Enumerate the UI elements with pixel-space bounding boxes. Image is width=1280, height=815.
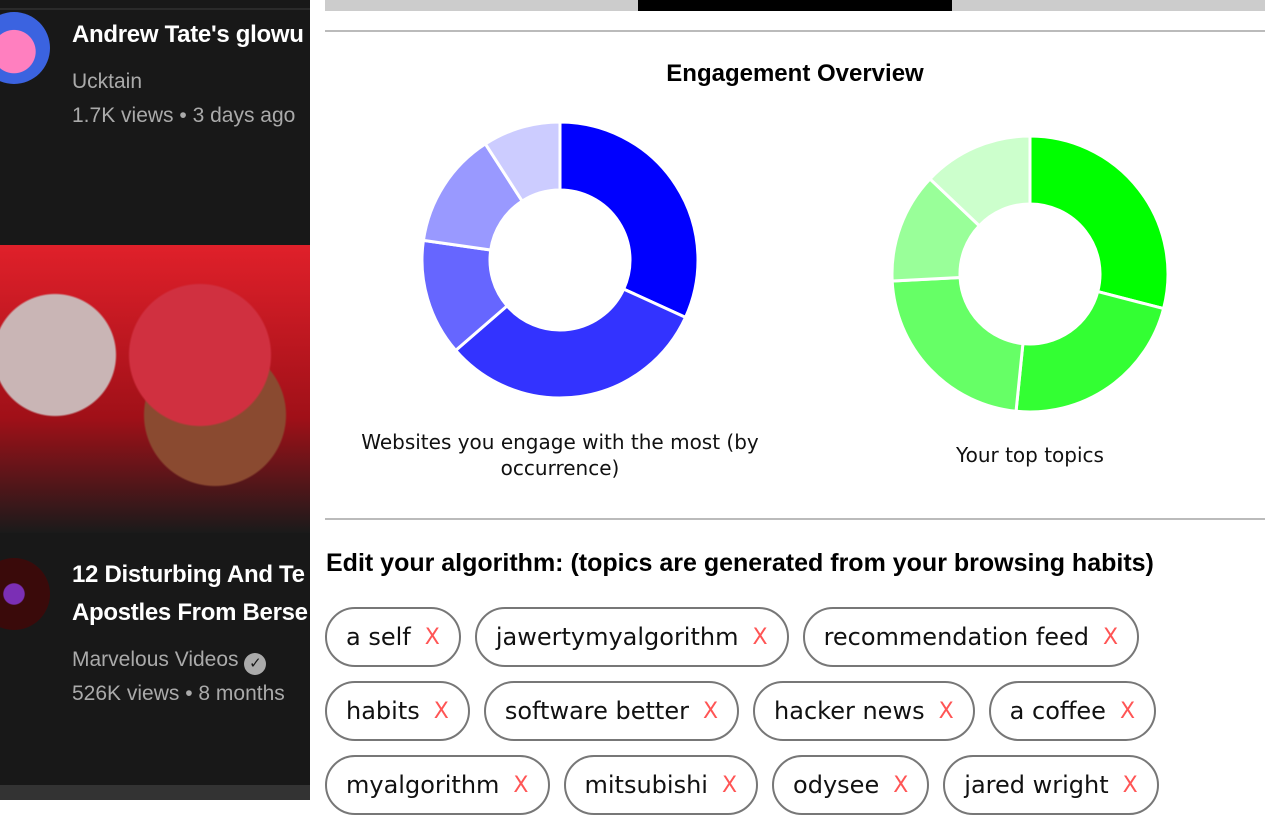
topic-tag-label: odysee bbox=[793, 771, 880, 799]
remove-topic-button[interactable]: X bbox=[425, 625, 440, 650]
video-thumbnail[interactable] bbox=[0, 785, 310, 800]
tab-bar[interactable] bbox=[325, 0, 1265, 11]
donut-slice[interactable] bbox=[1028, 134, 1170, 311]
remove-topic-button[interactable]: X bbox=[1120, 699, 1135, 724]
channel-name[interactable]: Ucktain bbox=[72, 70, 142, 94]
remove-topic-button[interactable]: X bbox=[722, 773, 737, 798]
channel-avatar[interactable] bbox=[0, 12, 50, 84]
topic-tag: software better X bbox=[483, 681, 740, 741]
donut-slice[interactable] bbox=[1014, 289, 1166, 414]
video-meta: 526K views • 8 months bbox=[72, 682, 285, 705]
video-title[interactable]: Andrew Tate's glowu bbox=[72, 16, 304, 54]
topic-tag-label: jawertymyalgorithm bbox=[495, 623, 739, 651]
topic-tag: jared wright X bbox=[943, 755, 1159, 815]
topic-tag: myalgorithm X bbox=[325, 755, 550, 815]
remove-topic-button[interactable]: X bbox=[939, 699, 954, 724]
algorithm-panel: Engagement Overview Websites you engage … bbox=[310, 0, 1280, 815]
video-title-line[interactable]: 12 Disturbing And Te bbox=[72, 556, 305, 594]
video-meta: 1.7K views • 3 days ago bbox=[72, 104, 296, 127]
donut-slice[interactable] bbox=[558, 120, 700, 320]
websites-chart-caption: Websites you engage with the most (by oc… bbox=[361, 430, 759, 480]
topic-tag: recommendation feed X bbox=[802, 607, 1140, 667]
remove-topic-button[interactable]: X bbox=[893, 773, 908, 798]
remove-topic-button[interactable]: X bbox=[703, 699, 718, 724]
topic-tag: habits X bbox=[325, 681, 470, 741]
video-thumbnail[interactable] bbox=[0, 245, 310, 533]
topic-tag-label: jared wright bbox=[964, 771, 1109, 799]
topic-tag-label: mitsubishi bbox=[584, 771, 708, 799]
divider bbox=[325, 30, 1265, 32]
topic-tag-label: recommendation feed bbox=[823, 623, 1090, 651]
topic-tag: a self X bbox=[325, 607, 461, 667]
topics-chart-caption: Your top topics bbox=[956, 443, 1104, 467]
edit-algorithm-heading: Edit your algorithm: (topics are generat… bbox=[326, 549, 1154, 577]
topic-tag-label: software better bbox=[504, 697, 689, 725]
channel-name[interactable]: Marvelous Videos bbox=[72, 648, 239, 671]
youtube-feed: Andrew Tate's glowu Ucktain 1.7K views •… bbox=[0, 0, 310, 800]
topic-tags: a self Xjawertymyalgorithm Xrecommendation… bbox=[325, 607, 1275, 815]
donut-slice[interactable] bbox=[890, 275, 1025, 413]
verified-icon: ✓ bbox=[244, 653, 267, 675]
websites-donut-chart bbox=[420, 120, 700, 400]
remove-topic-button[interactable]: X bbox=[513, 773, 528, 798]
topic-tag: a coffee X bbox=[988, 681, 1157, 741]
remove-topic-button[interactable]: X bbox=[1123, 773, 1138, 798]
remove-topic-button[interactable]: X bbox=[752, 625, 767, 650]
topics-donut-chart bbox=[890, 134, 1170, 414]
topic-tag-label: a self bbox=[346, 623, 411, 651]
topic-tag-label: myalgorithm bbox=[346, 771, 500, 799]
video-title-line[interactable]: Apostles From Berse bbox=[72, 594, 308, 632]
topic-tag: mitsubishi X bbox=[563, 755, 759, 815]
topic-tag: odysee X bbox=[772, 755, 930, 815]
remove-topic-button[interactable]: X bbox=[434, 699, 449, 724]
topic-tag-label: hacker news bbox=[774, 697, 925, 725]
divider bbox=[0, 8, 310, 10]
remove-topic-button[interactable]: X bbox=[1103, 625, 1118, 650]
topic-tag: jawertymyalgorithm X bbox=[474, 607, 789, 667]
topic-tag-label: a coffee bbox=[1009, 697, 1106, 725]
topic-tag-label: habits bbox=[346, 697, 420, 725]
channel-name-row[interactable]: Marvelous Videos ✓ bbox=[72, 648, 267, 675]
topic-tag: hacker news X bbox=[753, 681, 975, 741]
active-tab-indicator[interactable] bbox=[638, 0, 952, 11]
channel-avatar[interactable] bbox=[0, 558, 50, 630]
divider bbox=[325, 518, 1265, 520]
section-title: Engagement Overview bbox=[666, 60, 924, 87]
